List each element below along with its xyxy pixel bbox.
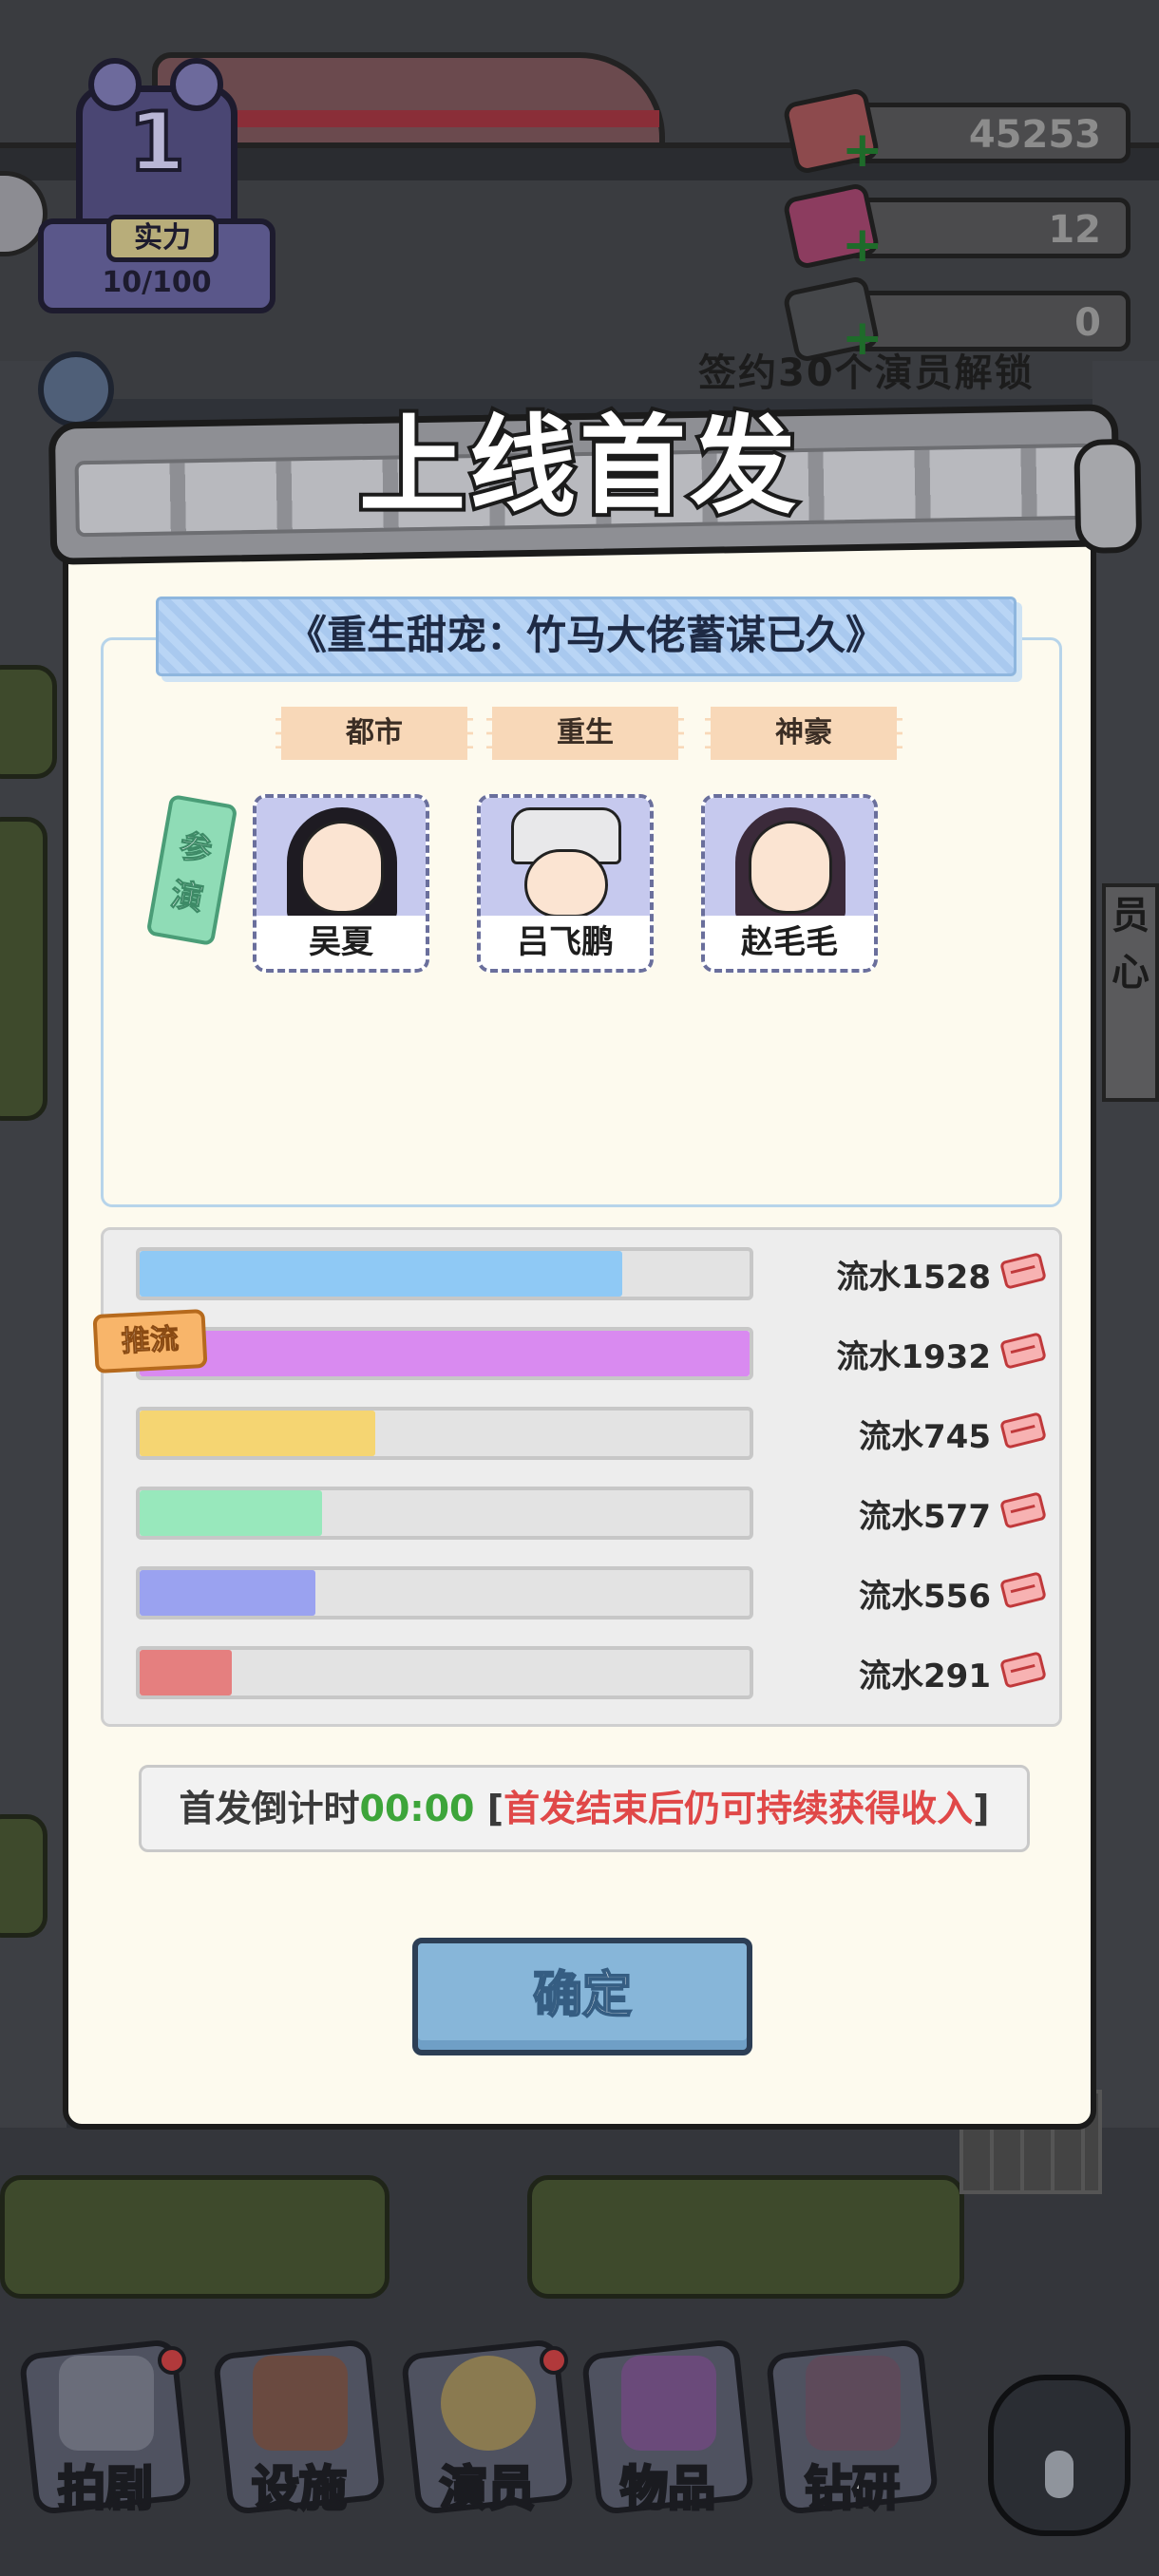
revenue-row: 流水1932 bbox=[104, 1327, 1065, 1382]
hedge-decoration bbox=[527, 2175, 964, 2299]
lock-icon[interactable] bbox=[978, 2318, 1140, 2555]
cash-icon bbox=[999, 1491, 1047, 1529]
revenue-row: 流水745 bbox=[104, 1407, 1065, 1462]
hedge-decoration bbox=[0, 2175, 390, 2299]
genre-tag: 神豪 bbox=[705, 707, 902, 760]
facility-icon bbox=[253, 2356, 348, 2451]
currency-gem[interactable]: 12 + bbox=[782, 181, 1130, 271]
strength-progress: 10/100 bbox=[102, 266, 212, 299]
revenue-amount: 流水556 bbox=[859, 1578, 991, 1616]
hedge-decoration bbox=[0, 817, 48, 1121]
notification-dot bbox=[158, 2346, 186, 2375]
gem-bag-icon bbox=[621, 2356, 716, 2451]
confirm-button[interactable]: 确定 bbox=[412, 1938, 752, 2055]
plus-icon[interactable]: + bbox=[842, 125, 884, 175]
cash-icon bbox=[999, 1651, 1047, 1689]
revenue-amount: 流水1528 bbox=[836, 1259, 991, 1297]
strength-plate: 实力 10/100 bbox=[38, 215, 276, 313]
currency-cash[interactable]: 45253 + bbox=[782, 86, 1130, 176]
research-icon bbox=[806, 2356, 901, 2451]
revenue-row: 流水577 bbox=[104, 1487, 1065, 1542]
revenue-bar-fill bbox=[140, 1650, 232, 1695]
launch-countdown: 首发倒计时00:00 [首发结束后仍可持续获得收入] bbox=[139, 1765, 1030, 1852]
level-number: 1 bbox=[126, 93, 187, 192]
countdown-label: 首发倒计时 bbox=[179, 1788, 360, 1829]
revenue-bar-fill bbox=[140, 1331, 750, 1376]
actor-name: 赵毛毛 bbox=[705, 916, 874, 969]
right-building bbox=[1092, 361, 1159, 2166]
nav-item-actor[interactable]: 演员 bbox=[400, 2337, 575, 2527]
revenue-amount: 流水745 bbox=[859, 1418, 991, 1456]
actor-card[interactable]: 吴夏 bbox=[253, 794, 429, 973]
revenue-row: 流水556 bbox=[104, 1566, 1065, 1621]
strength-label: 实力 bbox=[106, 215, 218, 262]
hedge-decoration bbox=[0, 1814, 48, 1938]
cash-icon bbox=[999, 1332, 1047, 1370]
revenue-amount: 流水1932 bbox=[836, 1338, 991, 1376]
notification-dot bbox=[540, 2346, 568, 2375]
revenue-bar-track bbox=[136, 1327, 753, 1380]
nav-item-shoot[interactable]: 拍剧 bbox=[18, 2337, 193, 2527]
currency-value: 12 bbox=[1048, 208, 1101, 252]
drama-title: 《重生甜宠：竹马大佬蓄谋已久》 bbox=[156, 597, 1016, 676]
actor-card[interactable]: 赵毛毛 bbox=[701, 794, 878, 973]
revenue-bar-fill bbox=[140, 1570, 315, 1616]
genre-tag: 重生 bbox=[486, 707, 684, 760]
revenue-bar-track bbox=[136, 1487, 753, 1540]
countdown-timer: 00:00 bbox=[359, 1788, 475, 1829]
modal-title: 上线首发 bbox=[355, 401, 800, 532]
launch-modal: 《重生甜宠：竹马大佬蓄谋已久》 都市 重生 神豪 参演 吴夏 吕飞鹏 赵毛毛 推… bbox=[63, 532, 1096, 2130]
promo-badge: 推流 bbox=[92, 1308, 208, 1374]
revenue-bar-fill bbox=[140, 1411, 375, 1456]
revenue-row: 流水291 bbox=[104, 1646, 1065, 1701]
actor-icon bbox=[441, 2356, 536, 2451]
level-badge[interactable]: 1 实力 10/100 bbox=[38, 58, 276, 313]
actor-name: 吴夏 bbox=[256, 916, 426, 969]
revenue-bar-track bbox=[136, 1646, 753, 1699]
hedge-decoration bbox=[0, 665, 57, 779]
revenue-bar-fill bbox=[140, 1251, 622, 1297]
revenue-row: 流水1528 bbox=[104, 1247, 1065, 1302]
revenue-bar-track bbox=[136, 1566, 753, 1619]
genre-tag: 都市 bbox=[276, 707, 473, 760]
revenue-bar-fill bbox=[140, 1490, 322, 1536]
actor-portrait bbox=[481, 798, 650, 923]
actor-portrait bbox=[256, 798, 426, 923]
revenue-panel: 推流 流水1528 流水1932 流水745 流水577 流水556 流水291 bbox=[92, 1227, 1065, 1727]
revenue-bar-track bbox=[136, 1247, 753, 1300]
clapperboard-icon bbox=[59, 2356, 154, 2451]
currency-value: 0 bbox=[1074, 301, 1101, 345]
revenue-amount: 流水577 bbox=[859, 1498, 991, 1536]
nav-item-research[interactable]: 钻研 bbox=[765, 2337, 940, 2527]
revenue-amount: 流水291 bbox=[859, 1657, 991, 1695]
actor-name: 吕飞鹏 bbox=[481, 916, 650, 969]
cash-icon bbox=[999, 1411, 1047, 1449]
cash-icon bbox=[999, 1252, 1047, 1290]
plus-icon[interactable]: + bbox=[842, 220, 884, 270]
actor-card[interactable]: 吕飞鹏 bbox=[477, 794, 654, 973]
countdown-note: 首发结束后仍可持续获得收入 bbox=[504, 1788, 974, 1829]
nav-item-facility[interactable]: 设施 bbox=[212, 2337, 387, 2527]
revenue-bar-track bbox=[136, 1407, 753, 1460]
nav-item-items[interactable]: 物品 bbox=[580, 2337, 755, 2527]
actor-portrait bbox=[705, 798, 874, 923]
currency-value: 45253 bbox=[968, 113, 1101, 157]
cash-icon bbox=[999, 1571, 1047, 1609]
right-sign-decoration: 员心 bbox=[1102, 883, 1159, 1102]
